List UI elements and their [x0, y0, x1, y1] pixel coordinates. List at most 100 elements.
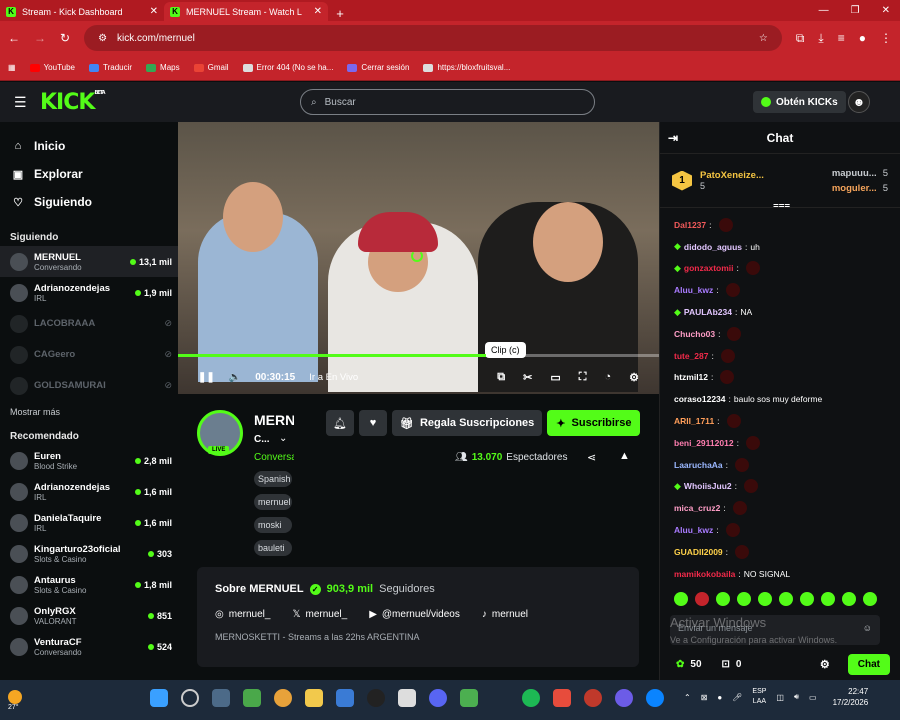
report-warning-icon[interactable]: ▲ — [619, 450, 630, 462]
top-gifter[interactable]: PatoXeneize... 5 — [700, 170, 764, 191]
chat-username[interactable]: htzmil12 — [674, 372, 708, 382]
clock[interactable]: 22:47 17/2/2026 — [833, 686, 869, 708]
emoji-icon[interactable]: ☺ — [863, 623, 872, 637]
close-window-icon[interactable]: ✕ — [882, 5, 890, 16]
following-channel[interactable]: GOLDSAMURAI ⊘ — [0, 370, 178, 401]
stream-tag[interactable]: bauleti — [254, 540, 292, 556]
gift-box-icon[interactable]: ⊡ — [722, 659, 730, 670]
chevron-down-icon[interactable]: ⌄ — [279, 433, 287, 444]
chat-username[interactable]: mica_cruz2 — [674, 503, 720, 513]
chat-username[interactable]: tute_287 — [674, 351, 709, 361]
gift-subs-button[interactable]: 🎁︎ Regala Suscripciones — [392, 410, 543, 436]
video-player[interactable]: Clip (c) ❚❚ 🔈 00:30:15 Ir a En Vivo ⧉ ✂ … — [178, 122, 659, 394]
battery-icon[interactable]: ▭ — [809, 693, 817, 702]
app-icon[interactable] — [398, 689, 416, 707]
show-more-link[interactable]: Mostrar más — [0, 401, 178, 423]
emote-icon[interactable] — [716, 592, 730, 606]
chat-username[interactable]: Chucho03 — [674, 329, 715, 339]
chat-username[interactable]: LaaruchaAa — [674, 460, 723, 470]
app-icon[interactable] — [584, 689, 602, 707]
chevron-up-icon[interactable]: ⌃ — [684, 693, 691, 702]
social-link[interactable]: 𝕏mernuel_ — [292, 609, 347, 620]
download-icon[interactable]: ⤓ — [818, 31, 823, 46]
recommended-channel[interactable]: VenturaCF Conversando 524 — [0, 631, 178, 662]
recommended-channel[interactable]: Euren Blood Strike 2,8 mil — [0, 445, 178, 476]
pause-icon[interactable]: ❚❚ — [198, 372, 215, 383]
app-icon[interactable] — [553, 689, 571, 707]
emote-icon[interactable] — [674, 592, 688, 606]
social-link[interactable]: ▶ @mernuel/videos — [369, 609, 460, 620]
notifications-button[interactable]: 🔔︎ — [326, 410, 354, 436]
following-channel[interactable]: MERNUEL Conversando 13,1 mil — [0, 246, 178, 277]
bookmark-star-icon[interactable]: ☆ — [759, 33, 768, 44]
collapse-chat-icon[interactable]: ⇥ — [668, 131, 678, 145]
progress-bar[interactable] — [178, 354, 659, 357]
back-icon[interactable]: ← — [8, 31, 20, 45]
sidebar-item-inicio[interactable]: ⌂ Inicio — [0, 132, 178, 160]
follow-button[interactable]: ♥ — [359, 410, 387, 436]
bookmark-error-404[interactable]: Error 404 (No se ha... — [242, 63, 333, 72]
language-indicator[interactable]: ESP LAA — [752, 687, 766, 707]
tab-kick-dashboard[interactable]: K Stream - Kick Dashboard ✕ — [0, 2, 164, 21]
stream-tag[interactable]: mernuel — [254, 494, 292, 510]
go-live-button[interactable]: Ir a En Vivo — [309, 372, 358, 383]
chat-username[interactable]: PAULAb234 — [684, 307, 732, 317]
recommended-channel[interactable]: OnlyRGX VALORANT 851 — [0, 600, 178, 631]
search-icon[interactable] — [181, 689, 199, 707]
tab-close-icon[interactable]: ✕ — [314, 6, 322, 17]
emote-icon[interactable] — [842, 592, 856, 606]
speaker-icon[interactable]: 🔊︎ — [794, 692, 799, 702]
social-link[interactable]: ♪ mernuel — [482, 609, 528, 620]
new-tab-button[interactable]: + — [328, 6, 352, 21]
weather-widget[interactable]: 27° — [8, 689, 48, 711]
forward-icon[interactable]: → — [34, 31, 46, 45]
bookmark-cerrar-sesion[interactable]: Cerrar sesión — [347, 63, 409, 72]
task-view-icon[interactable] — [212, 689, 230, 707]
chat-username[interactable]: ARII_1711 — [674, 416, 714, 426]
get-kicks-button[interactable]: Obtén KICKs — [753, 91, 846, 113]
emote-icon[interactable] — [737, 592, 751, 606]
social-link[interactable]: ◎ mernuel_ — [215, 609, 270, 620]
bookmark-traducir[interactable]: Traducir — [89, 63, 132, 72]
fullscreen-icon[interactable]: ⛶ — [579, 371, 587, 384]
file-explorer-icon[interactable] — [305, 689, 323, 707]
chat-username[interactable]: coraso12234 — [674, 394, 726, 404]
chat-username[interactable]: Dal1237 — [674, 220, 706, 230]
chat-username[interactable]: Aluu_kwz — [674, 525, 713, 535]
settings-gear-icon[interactable]: ⚙ — [629, 371, 639, 384]
emote-icon[interactable] — [800, 592, 814, 606]
gifter-name[interactable]: moguler... — [832, 183, 877, 194]
start-windows-icon[interactable] — [150, 689, 168, 707]
bookmark-youtube[interactable]: YouTube — [29, 63, 75, 72]
chat-settings-icon[interactable]: ⚙ — [820, 658, 830, 671]
search-input[interactable]: ⌕ Buscar — [300, 89, 595, 115]
share-icon[interactable]: ⋖ — [587, 451, 596, 464]
following-channel[interactable]: CAGeero ⊘ — [0, 339, 178, 370]
address-bar[interactable]: ⚙ kick.com/mernuel ☆ — [84, 25, 782, 51]
recommended-channel[interactable]: DanielaTaquire IRL 1,6 mil — [0, 507, 178, 538]
app-icon[interactable] — [243, 689, 261, 707]
chat-username[interactable]: Aluu_kwz — [674, 285, 713, 295]
extensions-icon[interactable]: ⧉ — [796, 31, 805, 46]
emote-icon[interactable] — [695, 592, 709, 606]
profile-icon[interactable]: ● — [859, 31, 866, 45]
gifter-name[interactable]: mapuuu... — [832, 168, 877, 179]
minimize-icon[interactable]: — — [819, 5, 829, 16]
tab-close-icon[interactable]: ✕ — [150, 6, 158, 17]
reading-list-icon[interactable]: ≡ — [838, 31, 845, 45]
user-avatar[interactable]: ☻ — [848, 91, 870, 113]
recommended-channel[interactable]: Adrianozendejas IRL 1,6 mil — [0, 476, 178, 507]
chat-username[interactable]: WhoiisJuu2 — [684, 481, 732, 491]
playback-speed-icon[interactable]: ◔ — [604, 371, 611, 384]
streamer-name[interactable]: MERNUEL — [254, 412, 294, 428]
chat-input[interactable]: Enviar un mensaje ☺ — [670, 615, 880, 645]
following-channel[interactable]: Adrianozendejas IRL 1,9 mil — [0, 277, 178, 308]
menu-icon[interactable]: ⋮ — [880, 31, 892, 45]
bookmark-bloxfruits[interactable]: https://bloxfruitsval... — [423, 63, 510, 72]
stream-category[interactable]: Conversando — [254, 452, 294, 463]
miniplayer-icon[interactable]: ⧉ — [497, 371, 505, 384]
expand-pinned-icon[interactable]: ⩶ — [773, 200, 790, 211]
app-icon[interactable] — [367, 689, 385, 707]
reload-icon[interactable]: ↻ — [60, 31, 70, 45]
sidebar-item-explorar[interactable]: ▣ Explorar — [0, 160, 178, 188]
